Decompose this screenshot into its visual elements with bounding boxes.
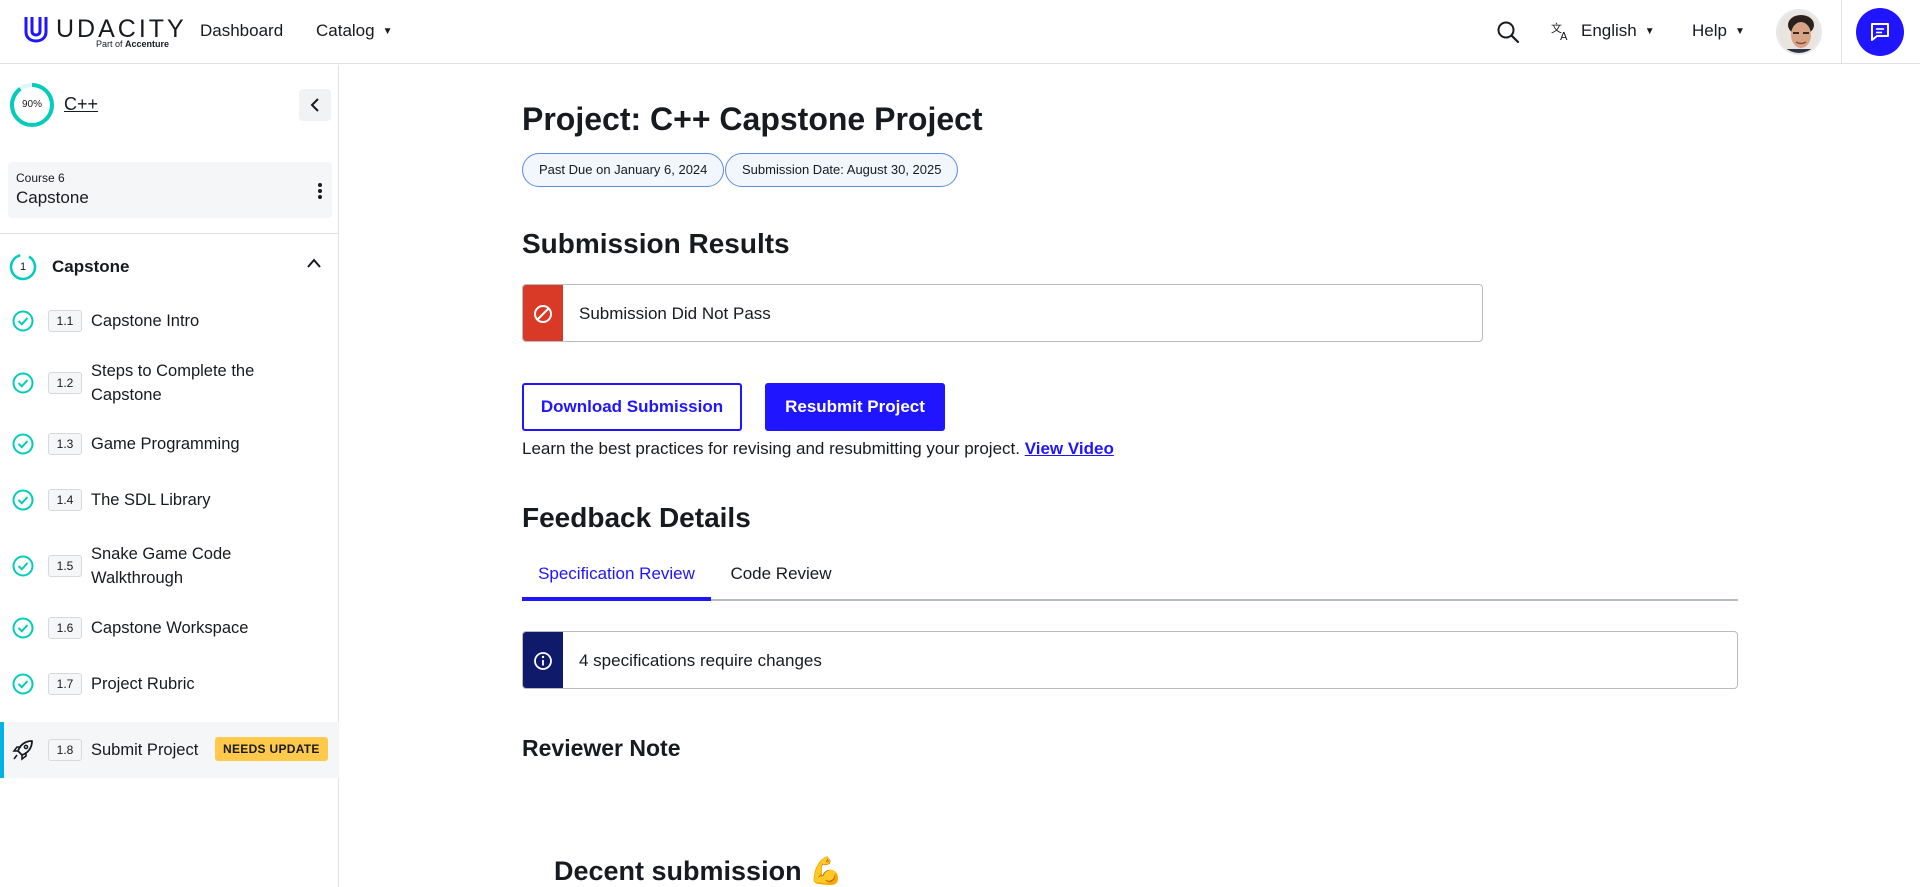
check-circle-icon	[12, 489, 34, 511]
chevron-up-icon	[307, 258, 321, 268]
concept-title: Capstone Workspace	[91, 619, 249, 637]
concept-number: 1.6	[48, 617, 82, 639]
resubmit-hint: Learn the best practices for revising an…	[522, 439, 1114, 458]
sidebar-concept-1-7[interactable]: 1.7 Project Rubric	[0, 663, 339, 705]
search-icon[interactable]	[1496, 20, 1520, 44]
view-video-link[interactable]: View Video	[1025, 439, 1114, 458]
sidebar-concept-1-2[interactable]: 1.2 Steps to Complete the Capstone	[0, 352, 339, 414]
reviewer-note-heading: Reviewer Note	[522, 735, 681, 761]
caret-down-icon: ▼	[1644, 26, 1655, 37]
lesson-title: Capstone	[52, 257, 130, 276]
chat-button[interactable]	[1856, 8, 1904, 56]
nav-catalog[interactable]: Catalog ▼	[316, 21, 393, 41]
page-title: Project: C++ Capstone Project	[522, 101, 983, 137]
concept-number: 1.2	[48, 372, 82, 394]
caret-down-icon: ▼	[382, 26, 393, 37]
rocket-icon	[12, 740, 33, 761]
course-title: Capstone	[16, 188, 89, 207]
check-circle-icon	[12, 433, 34, 455]
concept-title: Snake Game Code Walkthrough	[91, 545, 232, 587]
info-strip	[523, 632, 563, 688]
specifications-alert-text: 4 specifications require changes	[579, 651, 822, 670]
concept-number: 1.8	[48, 739, 82, 761]
sidebar-concept-1-4[interactable]: 1.4 The SDL Library	[0, 479, 339, 521]
concept-title: Submit Project	[91, 741, 199, 759]
concept-title: Capstone Intro	[91, 312, 200, 330]
concept-number: 1.3	[48, 433, 82, 455]
concept-number: 1.5	[48, 555, 82, 577]
lesson-number: 1	[19, 261, 27, 273]
concept-title: Project Rubric	[91, 675, 195, 693]
check-circle-icon	[12, 617, 34, 639]
top-navigation-bar: UDACITY Part of Accenture Dashboard Cata…	[0, 0, 1920, 64]
concept-number: 1.7	[48, 673, 82, 695]
feedback-tabs: Specification Review Code Review	[522, 555, 1738, 601]
prohibited-icon	[534, 305, 552, 323]
specifications-alert: 4 specifications require changes	[522, 631, 1738, 689]
concept-title: Game Programming	[91, 435, 240, 453]
concept-number: 1.4	[48, 489, 82, 511]
udacity-logo[interactable]: UDACITY Part of Accenture	[22, 12, 184, 52]
check-circle-icon	[12, 673, 34, 695]
course-progress-label: 90%	[21, 99, 42, 110]
lesson-header[interactable]: 1 Capstone	[0, 241, 339, 293]
feedback-details-heading: Feedback Details	[522, 502, 751, 533]
sidebar-concept-1-3[interactable]: 1.3 Game Programming	[0, 423, 339, 465]
nav-dashboard[interactable]: Dashboard	[200, 21, 283, 41]
sidebar-concept-1-1[interactable]: 1.1 Capstone Intro	[0, 300, 339, 342]
resubmit-project-button[interactable]: Resubmit Project	[765, 383, 945, 431]
course-number-label: Course 6	[16, 171, 65, 185]
check-circle-icon	[12, 555, 34, 577]
submission-result-alert: Submission Did Not Pass	[522, 284, 1483, 342]
result-status-text: Submission Did Not Pass	[579, 304, 771, 323]
concept-title: The SDL Library	[91, 491, 211, 509]
tab-code-review[interactable]: Code Review	[727, 555, 835, 601]
logo-subtitle: Part of Accenture	[96, 39, 170, 49]
reviewer-note-title: Decent submission 💪	[554, 856, 843, 886]
course-sidebar: 90% C++ Course 6 Capstone 1 Capstone 1.1…	[0, 65, 339, 887]
sidebar-divider	[0, 233, 339, 234]
due-date-pill: Past Due on January 6, 2024	[522, 153, 725, 187]
course-selector[interactable]: Course 6 Capstone	[8, 162, 332, 218]
topbar-divider	[1841, 0, 1842, 64]
concept-title: Steps to Complete the Capstone	[91, 362, 255, 404]
course-progress-ring: 90%	[9, 82, 55, 128]
check-circle-icon	[12, 310, 34, 332]
chevron-left-icon	[310, 98, 319, 112]
help-menu[interactable]: Help ▼	[1692, 21, 1745, 41]
info-icon	[534, 652, 552, 670]
download-submission-button[interactable]: Download Submission	[522, 383, 742, 431]
lesson-progress-ring: 1	[9, 253, 37, 281]
needs-update-badge: NEEDS UPDATE	[215, 737, 328, 761]
sidebar-concept-1-6[interactable]: 1.6 Capstone Workspace	[0, 607, 339, 649]
svg-text:A: A	[1560, 30, 1568, 41]
avatar-image	[1778, 11, 1820, 53]
more-options-icon[interactable]	[308, 177, 332, 205]
submission-results-heading: Submission Results	[522, 228, 790, 259]
course-name-link[interactable]: C++	[64, 94, 98, 115]
user-avatar[interactable]	[1776, 9, 1822, 55]
caret-down-icon: ▼	[1734, 26, 1745, 37]
tab-specification-review[interactable]: Specification Review	[522, 555, 711, 601]
udacity-logo-icon	[24, 17, 48, 43]
error-strip	[523, 285, 563, 341]
check-circle-icon	[12, 372, 34, 394]
collapse-sidebar-button[interactable]	[299, 89, 331, 121]
chat-icon	[1871, 23, 1889, 41]
translate-icon: 文 A	[1551, 21, 1568, 41]
submission-date-pill: Submission Date: August 30, 2025	[725, 153, 959, 187]
sidebar-concept-1-8[interactable]: 1.8 Submit Project NEEDS UPDATE	[0, 722, 339, 778]
sidebar-concept-1-5[interactable]: 1.5 Snake Game Code Walkthrough	[0, 535, 339, 597]
concept-number: 1.1	[48, 310, 82, 332]
language-selector[interactable]: English ▼	[1581, 21, 1655, 41]
